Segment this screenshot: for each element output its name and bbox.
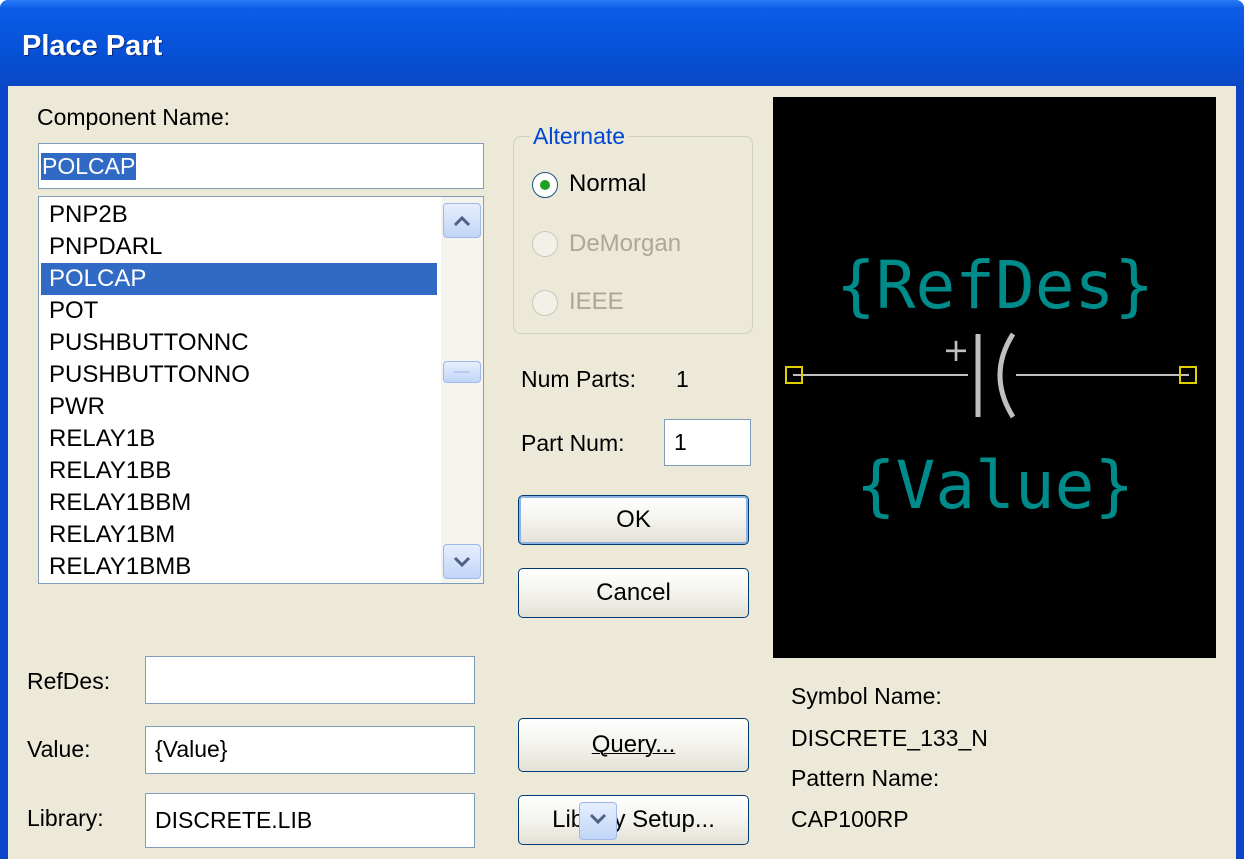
value-label: Value: (27, 736, 91, 762)
list-item[interactable]: POT (41, 295, 437, 327)
scroll-up-button[interactable] (443, 203, 481, 238)
radio-normal-label[interactable]: Normal (569, 170, 646, 198)
symbol-preview-canvas: {RefDes} {Value} + (785, 247, 1197, 524)
plus-sign: + (943, 331, 970, 369)
refdes-input[interactable] (145, 656, 475, 704)
radio-ieee-label[interactable]: IEEE (569, 288, 624, 316)
library-setup-button-label: Library Setup... (552, 806, 715, 833)
symbol-name-label: Symbol Name: (791, 683, 942, 709)
list-item[interactable]: PUSHBUTTONNO (41, 359, 437, 391)
scroll-thumb[interactable] (443, 361, 481, 383)
library-dropdown-button[interactable] (579, 802, 617, 840)
num-parts-label: Num Parts: (521, 366, 637, 392)
component-name-label: Component Name: (37, 104, 231, 130)
library-label: Library: (27, 805, 104, 831)
component-list[interactable]: PNP2B PNPDARL POLCAP POT PUSHBUTTONNC PUSHBUT… (38, 196, 484, 584)
list-item[interactable]: PUSHBUTTONNC (41, 327, 437, 359)
library-value: DISCRETE.LIB (155, 807, 313, 833)
list-item[interactable]: PWR (41, 391, 437, 423)
cancel-button[interactable]: Cancel (518, 568, 749, 618)
radio-checked-dot (540, 180, 550, 190)
value-value: {Value} (155, 736, 228, 762)
list-item[interactable]: RELAY1BBM (41, 487, 437, 519)
library-setup-button[interactable]: Library Setup... (518, 795, 749, 845)
num-parts-value: 1 (676, 366, 689, 392)
list-item[interactable]: RELAY1BB (41, 455, 437, 487)
list-item[interactable]: POLCAP (41, 263, 437, 295)
pattern-name-label: Pattern Name: (791, 765, 940, 791)
list-item[interactable]: RELAY1BMB (41, 551, 437, 583)
component-name-value: POLCAP (41, 153, 137, 180)
part-num-value: 1 (674, 429, 687, 455)
radio-demorgan[interactable] (532, 231, 558, 257)
title-bar[interactable]: Place Part (0, 0, 1244, 86)
library-select[interactable]: DISCRETE.LIB (145, 793, 617, 848)
symbol-name-value: DISCRETE_133_N (791, 725, 988, 751)
list-item[interactable]: PNP2B (41, 199, 437, 231)
scroll-down-button[interactable] (443, 544, 481, 579)
part-num-input[interactable]: 1 (664, 419, 751, 466)
list-item[interactable]: PNPDARL (41, 231, 437, 263)
radio-normal[interactable] (532, 172, 558, 198)
ok-button[interactable]: OK (518, 495, 749, 545)
chevron-down-icon (589, 813, 607, 825)
radio-demorgan-label[interactable]: DeMorgan (569, 230, 681, 258)
symbol-preview: {RefDes} {Value} + (773, 97, 1216, 658)
chevron-down-icon (453, 556, 471, 568)
component-name-input[interactable]: POLCAP (38, 143, 484, 189)
pattern-name-value: CAP100RP (791, 806, 909, 832)
part-num-label: Part Num: (521, 430, 625, 456)
refdes-label: RefDes: (27, 668, 111, 694)
preview-refdes-text: {RefDes} (836, 247, 1154, 324)
value-input[interactable]: {Value} (145, 726, 475, 774)
preview-value-text: {Value} (856, 447, 1134, 524)
radio-ieee[interactable] (532, 290, 558, 316)
capacitor-symbol: + (793, 331, 1189, 419)
list-item[interactable]: RELAY1BM (41, 519, 437, 551)
query-button-label: Query... (591, 731, 676, 758)
window-title: Place Part (22, 30, 163, 62)
alternate-group-title: Alternate (530, 123, 629, 150)
list-scrollbar[interactable] (441, 197, 483, 583)
chevron-up-icon (453, 215, 471, 227)
list-item[interactable]: RELAY1B (41, 423, 437, 455)
query-button[interactable]: Query... (518, 718, 749, 772)
